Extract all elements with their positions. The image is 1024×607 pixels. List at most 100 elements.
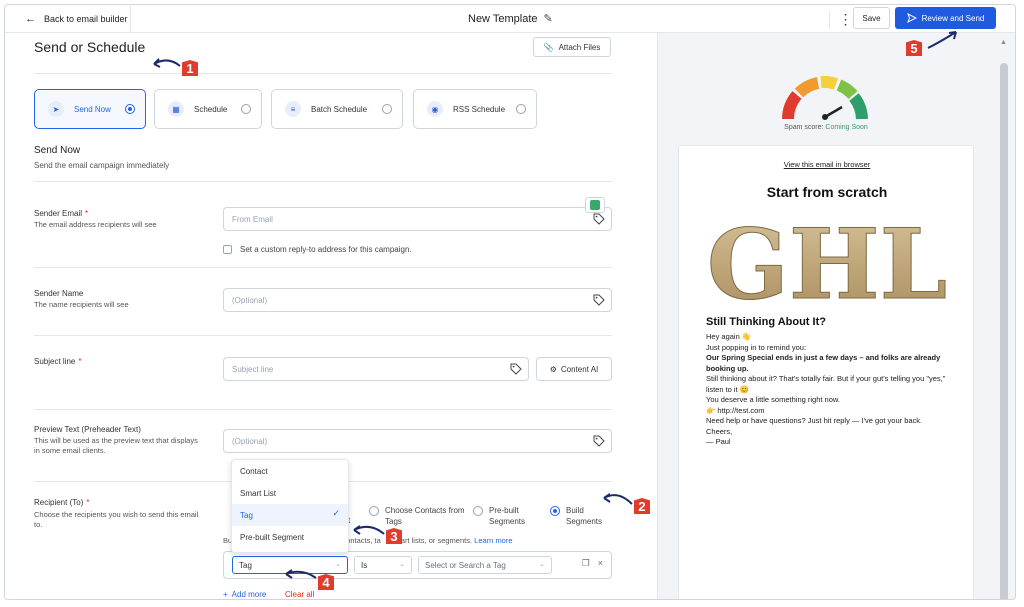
tag-icon[interactable] [510, 363, 522, 375]
save-button[interactable]: Save [853, 7, 890, 29]
sender-name-help: The name recipients will see [34, 300, 129, 309]
more-menu-icon[interactable]: ⋮ [829, 10, 855, 28]
rss-icon: ◉ [427, 101, 443, 117]
svg-text:GHL: GHL [707, 216, 947, 308]
radio-button[interactable] [550, 506, 560, 516]
email-line: — Paul [706, 437, 731, 446]
sender-email-input[interactable]: From Email [223, 207, 612, 231]
segment-operator-select[interactable]: Is ⌄ [354, 556, 412, 574]
option-label: Send Now [74, 104, 111, 114]
page-title: Send or Schedule [34, 39, 146, 55]
radio-prebuilt-segments[interactable]: Pre-built Segments [473, 505, 543, 527]
option-label: RSS Schedule [453, 104, 506, 114]
top-bar: ← Back to email builder New Template ✎ ⋮… [5, 5, 1015, 33]
custom-reply-label: Set a custom reply-to address for this c… [240, 245, 412, 254]
preview-text-label: Preview Text (Preheader Text) [34, 425, 141, 434]
divider [34, 267, 612, 268]
subject-input[interactable]: Subject line [223, 357, 529, 381]
divider [34, 409, 612, 410]
email-line: You deserve a little something right now… [706, 395, 840, 404]
back-label: Back to email builder [44, 14, 128, 24]
learn-more-link[interactable]: Learn more [474, 536, 512, 545]
ai-icon: ⚙ [549, 364, 557, 374]
content-ai-button[interactable]: ⚙ Content AI [536, 357, 612, 381]
radio-send-now[interactable] [125, 104, 135, 114]
chevron-down-icon: ⌄ [335, 561, 341, 568]
sender-email-label: Sender Email * [34, 209, 89, 218]
radio-label: Build Segments [566, 506, 603, 526]
email-preview-panel: Spam score: Coming Soon View this email … [657, 33, 993, 599]
tag-icon[interactable] [593, 435, 605, 447]
option-rss-schedule[interactable]: ◉ RSS Schedule [413, 89, 537, 129]
scrollbar-thumb[interactable] [1000, 63, 1008, 599]
back-button[interactable]: ← Back to email builder [5, 5, 131, 33]
section-subtitle: Send the email campaign immediately [34, 161, 170, 170]
tag-icon[interactable] [593, 213, 605, 225]
review-and-send-button[interactable]: Review and Send [895, 7, 996, 29]
segment-value-select[interactable]: Select or Search a Tag ⌄ [418, 556, 552, 574]
radio-rss-schedule[interactable] [516, 104, 526, 114]
option-schedule[interactable]: ▦ Schedule [154, 89, 262, 129]
option-label: Batch Schedule [311, 104, 368, 114]
radio-button[interactable] [369, 506, 379, 516]
email-line: Just popping in to remind you: [706, 342, 807, 352]
divider [34, 335, 612, 336]
annotation-marker-3: 3 [386, 528, 402, 544]
dropdown-item-smart-list[interactable]: Smart List [232, 482, 348, 504]
option-batch-schedule[interactable]: ≡ Batch Schedule [271, 89, 403, 129]
annotation-marker-4: 4 [318, 574, 334, 590]
annotation-arrow [603, 493, 633, 505]
chevron-down-icon: ⌄ [399, 561, 405, 568]
radio-schedule[interactable] [241, 104, 251, 114]
radio-build-segments[interactable]: Build Segments [550, 505, 620, 527]
send-icon: ➤ [48, 101, 64, 117]
radio-button[interactable] [473, 506, 483, 516]
scroll-up-icon[interactable]: ▲ [1000, 39, 1007, 46]
add-more-label: Add more [231, 590, 267, 599]
tag-icon[interactable] [593, 294, 605, 306]
add-more-button[interactable]: + Add more [223, 590, 266, 599]
segment-value-placeholder: Select or Search a Tag [425, 560, 506, 570]
dropdown-item-prebuilt-segment[interactable]: Pre-built Segment [232, 526, 348, 548]
copy-icon[interactable]: ❐ [582, 558, 590, 569]
content-ai-label: Content AI [560, 364, 599, 374]
sender-name-input[interactable]: (Optional) [223, 288, 612, 312]
sender-email-help: The email address recipients will see [34, 220, 157, 229]
email-body: Hey again 👋 Just popping in to remind yo… [706, 332, 956, 448]
preview-text-input[interactable]: (Optional) [223, 429, 612, 453]
template-title-text: New Template [468, 12, 538, 25]
view-in-browser-link[interactable]: View this email in browser [679, 160, 975, 169]
scrollbar[interactable]: ▲ [993, 33, 1015, 599]
spam-gauge-icon [782, 75, 868, 120]
recipient-help: Choose the recipients you wish to send t… [34, 510, 199, 529]
sender-name-label: Sender Name [34, 289, 84, 298]
dropdown-item-contact[interactable]: Contact [232, 460, 348, 482]
subject-placeholder: Subject line [232, 364, 274, 374]
email-title: Start from scratch [766, 184, 888, 200]
clear-all-button[interactable]: Clear all [285, 590, 314, 599]
dropdown-item-tag[interactable]: Tag ✓ [232, 504, 348, 526]
app-window: ← Back to email builder New Template ✎ ⋮… [4, 4, 1016, 600]
chevron-down-icon: ⌄ [539, 561, 545, 568]
email-line: Cheers, [706, 426, 733, 436]
annotation-marker-5: 5 [906, 40, 922, 56]
option-send-now[interactable]: ➤ Send Now [34, 89, 146, 129]
custom-reply-row[interactable]: Set a custom reply-to address for this c… [223, 245, 412, 254]
template-title[interactable]: New Template ✎ [468, 12, 553, 26]
attach-files-button[interactable]: 📎 Attach Files [533, 37, 611, 57]
review-label: Review and Send [921, 13, 985, 23]
close-icon[interactable]: × [598, 558, 603, 569]
annotation-arrow [153, 58, 181, 68]
section-title: Send Now [34, 145, 81, 156]
custom-reply-checkbox[interactable] [223, 245, 232, 254]
annotation-marker-2: 2 [634, 498, 650, 514]
merge-field-icon[interactable] [585, 197, 605, 213]
pencil-icon[interactable]: ✎ [544, 12, 553, 25]
radio-batch-schedule[interactable] [382, 104, 392, 114]
sender-name-placeholder: (Optional) [232, 295, 268, 305]
calendar-icon: ▦ [168, 101, 184, 117]
segment-field-value: Tag [239, 560, 252, 570]
email-line: Hey again 👋 [706, 332, 752, 341]
email-heading: Still Thinking About It? [706, 316, 826, 328]
annotation-arrow [353, 525, 385, 535]
